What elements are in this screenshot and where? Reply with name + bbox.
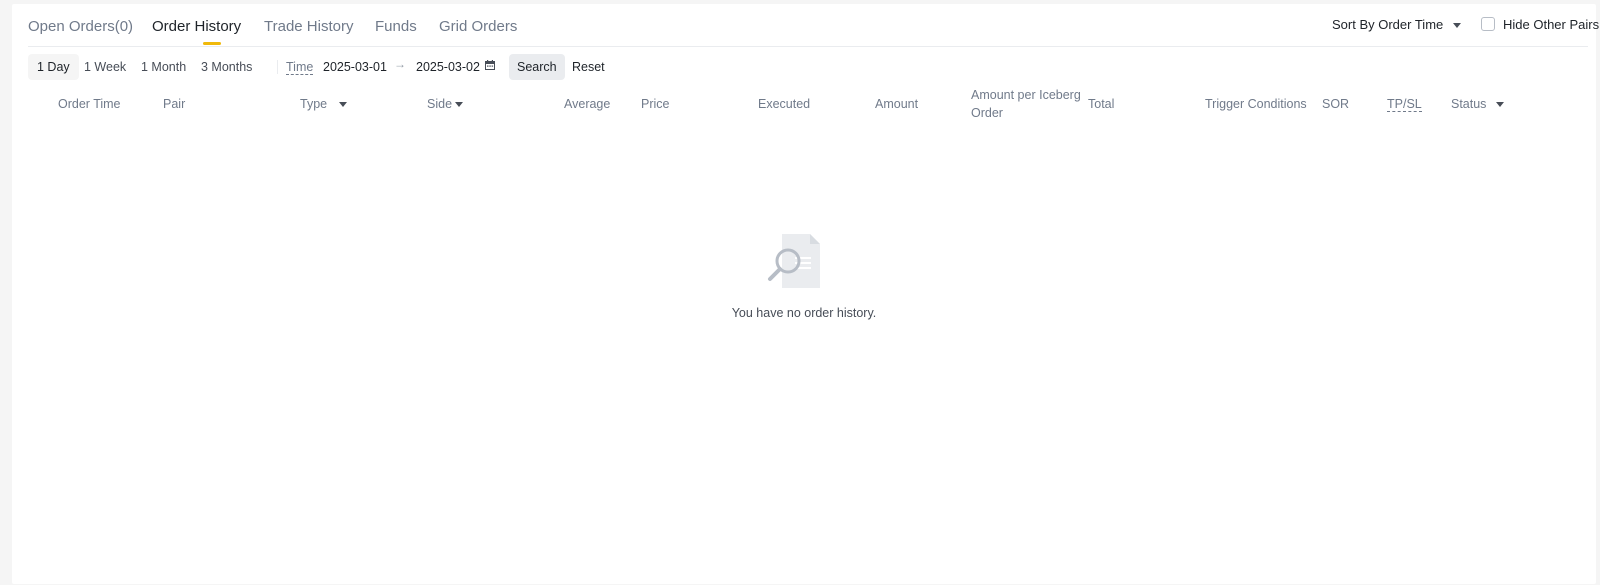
- tab-open-orders[interactable]: Open Orders(0): [28, 18, 133, 35]
- caret-down-icon: [1453, 23, 1462, 29]
- column-type-label: Type: [300, 97, 328, 111]
- column-trigger-conditions: Trigger Conditions: [1205, 97, 1307, 111]
- active-tab-indicator: [203, 42, 221, 45]
- tab-funds[interactable]: Funds: [375, 18, 417, 35]
- range-1-day-button[interactable]: 1 Day: [28, 54, 79, 80]
- arrow-right-icon: →: [394, 57, 406, 71]
- caret-down-icon: [1496, 102, 1505, 108]
- end-date-input[interactable]: 2025-03-02: [416, 60, 480, 74]
- no-records-icon: [768, 234, 820, 288]
- range-3-months-button[interactable]: 3 Months: [192, 54, 261, 80]
- column-side[interactable]: Side: [427, 95, 464, 113]
- column-total: Total: [1088, 97, 1115, 111]
- column-type[interactable]: Type: [300, 95, 348, 113]
- tab-grid-orders[interactable]: Grid Orders: [439, 18, 517, 35]
- column-status[interactable]: Status: [1451, 95, 1505, 113]
- filter-divider: [277, 60, 278, 74]
- tab-trade-history[interactable]: Trade History: [264, 18, 353, 35]
- range-1-week-button[interactable]: 1 Week: [75, 54, 135, 80]
- column-tp-sl: TP/SL: [1387, 95, 1422, 113]
- calendar-icon[interactable]: [485, 60, 495, 70]
- order-panel: Open Orders(0) Order History Trade Histo…: [12, 4, 1599, 584]
- empty-state-message: You have no order history.: [731, 306, 877, 320]
- column-side-label: Side: [427, 97, 453, 111]
- column-status-label: Status: [1451, 97, 1487, 111]
- caret-down-icon: [339, 102, 348, 108]
- hide-other-pairs-label: Hide Other Pairs: [1503, 17, 1600, 32]
- range-1-month-button[interactable]: 1 Month: [132, 54, 195, 80]
- column-price: Price: [641, 97, 670, 111]
- column-order-time: Order Time: [58, 97, 121, 111]
- column-executed: Executed: [758, 97, 811, 111]
- table-header: Order Time Pair Type Side Average Price …: [12, 86, 1596, 126]
- column-pair: Pair: [163, 97, 186, 111]
- tab-bar: Open Orders(0) Order History Trade Histo…: [28, 4, 1599, 47]
- sort-dropdown[interactable]: Sort By Order Time: [1332, 17, 1462, 32]
- time-filter-label: Time: [286, 60, 314, 75]
- hide-other-pairs-checkbox[interactable]: [1481, 17, 1495, 32]
- column-sor: SOR: [1322, 97, 1350, 111]
- filter-bar: 1 Day 1 Week 1 Month 3 Months Time 2025-…: [28, 54, 1588, 80]
- column-average: Average: [564, 97, 611, 111]
- hide-other-pairs-toggle[interactable]: Hide Other Pairs: [1481, 17, 1599, 32]
- caret-down-icon: [455, 102, 464, 108]
- tab-order-history[interactable]: Order History: [152, 18, 241, 35]
- reset-button[interactable]: Reset: [572, 60, 605, 74]
- column-tp-sl-label: TP/SL: [1387, 97, 1422, 112]
- start-date-input[interactable]: 2025-03-01: [323, 60, 387, 74]
- column-amount: Amount: [875, 97, 919, 111]
- sort-label: Sort By Order Time: [1332, 17, 1444, 32]
- search-button[interactable]: Search: [509, 54, 565, 80]
- column-amount-per-iceberg-order: Amount per Iceberg Order: [971, 88, 1081, 120]
